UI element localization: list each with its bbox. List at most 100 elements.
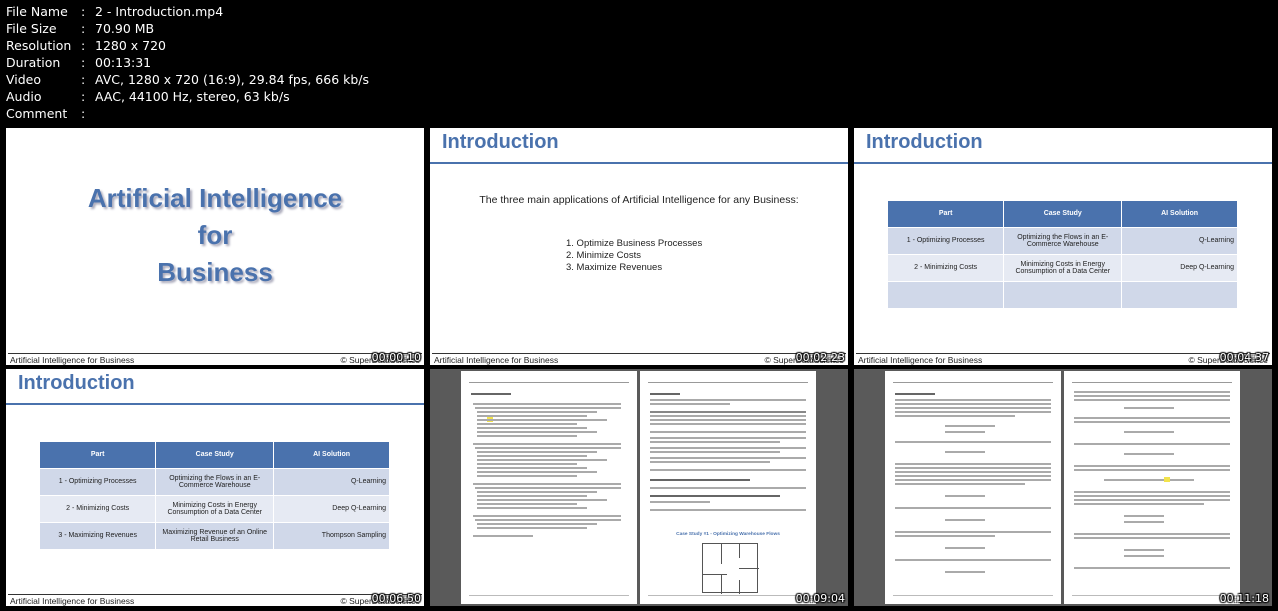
page-footer-rule — [893, 595, 1053, 596]
table-cell: Q-Learning — [273, 467, 390, 495]
table-header: Case Study — [155, 442, 275, 468]
info-separator: : — [81, 89, 86, 104]
text-line — [477, 499, 607, 501]
parts-table: Part Case Study AI Solution 1 - Optimizi… — [888, 201, 1238, 308]
text-line — [1074, 495, 1230, 497]
text-line — [473, 535, 533, 537]
info-key: Video — [6, 72, 42, 87]
table-header-row: Part Case Study AI Solution — [40, 442, 390, 468]
table-row: 2 - Minimizing Costs Minimizing Costs in… — [40, 494, 390, 522]
thumbnail-1[interactable]: Artificial Intelligence for Business Art… — [6, 128, 424, 365]
text-line — [895, 393, 935, 395]
thumbnail-4[interactable]: Introduction Part Case Study AI Solution… — [6, 369, 424, 606]
text-line — [1074, 537, 1230, 539]
text-line — [650, 415, 806, 417]
text-line — [477, 507, 587, 509]
equation-line — [945, 519, 985, 521]
text-line — [895, 407, 1051, 409]
title-line: Artificial Intelligence — [87, 183, 343, 213]
thumbnail-3[interactable]: Introduction Part Case Study AI Solution… — [854, 128, 1272, 365]
table-header-row: Part Case Study AI Solution — [888, 201, 1238, 227]
info-key: Comment — [6, 106, 68, 121]
document-page-math-left — [885, 371, 1061, 604]
equation-line — [1124, 555, 1164, 557]
text-line — [1074, 443, 1230, 445]
text-line — [477, 427, 587, 429]
thumbnail-6[interactable]: 00:11:18 — [854, 369, 1272, 606]
table-cell: 3 - Maximizing Revenues — [40, 521, 157, 549]
heading-divider — [430, 162, 848, 164]
list-item: 1. Optimize Business Processes — [566, 238, 703, 249]
info-value: AVC, 1280 x 720 (16:9), 29.84 fps, 666 k… — [95, 72, 370, 87]
text-line — [477, 467, 587, 469]
text-line — [475, 447, 621, 449]
text-line — [650, 403, 730, 405]
text-line — [477, 411, 597, 413]
text-line — [895, 483, 1025, 485]
text-line — [475, 407, 621, 409]
text-line — [475, 487, 621, 489]
slide-footer: Artificial Intelligence for Business © S… — [8, 353, 422, 365]
table-cell — [1003, 280, 1123, 308]
info-separator: : — [81, 38, 86, 53]
equation-line — [1104, 479, 1194, 481]
list-item: 3. Maximize Revenues — [566, 262, 663, 273]
info-key: Resolution — [6, 38, 72, 53]
slide-title: Artificial Intelligence for Business — [6, 180, 424, 291]
slide-footer: Artificial Intelligence for Business © S… — [432, 353, 846, 365]
info-row-file-name: File Name:2 - Introduction.mp4 — [6, 3, 369, 20]
page-footer-rule — [469, 595, 629, 596]
text-line — [477, 471, 597, 473]
info-value: 2 - Introduction.mp4 — [95, 4, 224, 19]
text-line — [473, 403, 621, 405]
text-line — [650, 393, 680, 395]
text-line — [650, 399, 806, 401]
equation-line — [1124, 521, 1164, 523]
heading-divider — [6, 403, 424, 405]
text-line — [895, 559, 1051, 561]
text-line — [650, 469, 806, 471]
table-cell: Thompson Sampling — [273, 521, 390, 549]
text-line — [650, 419, 806, 421]
equation-line — [945, 451, 985, 453]
text-line — [650, 487, 806, 489]
timestamp: 00:09:04 — [795, 592, 845, 605]
info-row-file-size: File Size:70.90 MB — [6, 20, 369, 37]
text-line — [650, 461, 770, 463]
text-line — [1074, 417, 1230, 419]
table-cell: 1 - Optimizing Processes — [888, 226, 1005, 254]
list-item: 2. Minimize Costs — [566, 250, 641, 261]
info-value: 1280 x 720 — [95, 38, 167, 53]
text-line — [650, 447, 806, 449]
text-line — [473, 443, 621, 445]
text-line — [895, 403, 1051, 405]
text-line — [1074, 465, 1230, 467]
text-line — [477, 415, 587, 417]
text-line — [895, 399, 1051, 401]
table-header: Part — [40, 442, 157, 468]
text-line — [1074, 533, 1230, 535]
info-key: File Name — [6, 4, 68, 19]
table-row: 1 - Optimizing Processes Optimizing the … — [888, 226, 1238, 254]
case-study-title: Case Study #1 - Optimizing Warehouse Flo… — [676, 532, 780, 537]
text-line — [650, 431, 806, 433]
thumbnail-5[interactable]: Case Study #1 - Optimizing Warehouse Flo… — [430, 369, 848, 606]
page-footer-rule — [1072, 595, 1232, 596]
text-line — [650, 457, 806, 459]
text-line — [473, 483, 621, 485]
text-line — [650, 423, 806, 425]
table-header: AI Solution — [1121, 201, 1238, 227]
table-cell: Minimizing Costs in Energy Consumption o… — [1003, 253, 1123, 281]
page-header-rule — [893, 381, 1053, 383]
text-line — [477, 423, 577, 425]
table-row: 3 - Maximizing Revenues Maximizing Reven… — [40, 521, 390, 549]
title-line: Business — [157, 257, 273, 287]
page-header-rule — [648, 381, 808, 383]
title-line: for — [197, 220, 233, 250]
info-value: 00:13:31 — [95, 55, 152, 70]
highlight-mark — [1164, 477, 1170, 482]
footer-course-title: Artificial Intelligence for Business — [434, 354, 559, 365]
text-line — [1074, 395, 1230, 397]
thumbnail-2[interactable]: Introduction The three main applications… — [430, 128, 848, 365]
file-info: File Name:2 - Introduction.mp4 File Size… — [6, 3, 369, 122]
